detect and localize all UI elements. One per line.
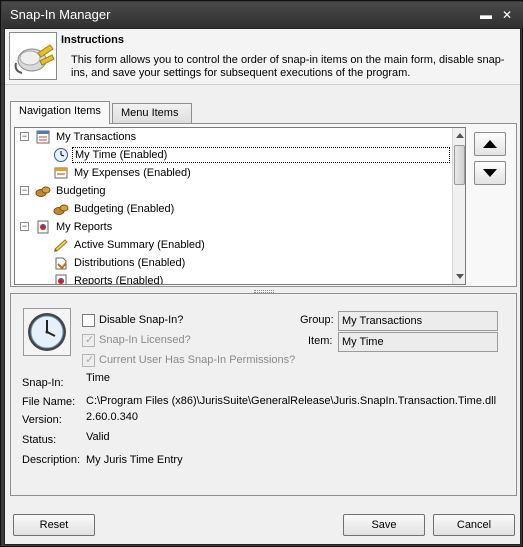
title-bar[interactable]: Snap-In Manager ▬ ✕ — [2, 2, 523, 28]
tree-node-reports[interactable]: Reports (Enabled) — [53, 272, 165, 285]
reports-icon — [35, 219, 51, 235]
close-button[interactable]: ✕ — [499, 7, 515, 23]
snapin-name-label: Snap-In: — [22, 377, 64, 389]
status-label: Status: — [22, 434, 57, 446]
instructions-panel: Instructions This form allows you to con… — [5, 29, 520, 85]
status-value: Valid — [86, 431, 110, 443]
disable-snapin-label: Disable Snap-In? — [99, 314, 184, 326]
client-area: Instructions This form allows you to con… — [4, 28, 521, 545]
tree-node-label: Active Summary (Enabled) — [74, 239, 205, 251]
tree-node-my-expenses[interactable]: My Expenses (Enabled) — [53, 164, 193, 182]
tab-navigation-items[interactable]: Navigation Items — [10, 101, 110, 124]
user-permissions-label: Current User Has Snap-In Permissions? — [99, 354, 296, 366]
arrow-up-icon — [483, 140, 497, 148]
tree-node-my-transactions[interactable]: My Transactions — [35, 128, 138, 146]
navigation-items-panel: My Transactions My Time (Enabled) My Exp… — [10, 123, 517, 287]
collapse-my-reports-toggle[interactable]: − — [20, 222, 29, 231]
scroll-up-arrow-icon[interactable] — [456, 133, 464, 138]
tree-node-my-time[interactable]: My Time (Enabled) — [53, 146, 450, 164]
instructions-heading: Instructions — [61, 34, 124, 46]
tree-node-label: My Expenses (Enabled) — [74, 167, 191, 179]
transactions-icon — [35, 129, 51, 145]
reports-icon — [53, 273, 69, 284]
snap-in-manager-window: Snap-In Manager ▬ ✕ Instructions This fo… — [0, 0, 523, 547]
tree-node-label: Budgeting — [56, 185, 106, 197]
user-permissions-checkbox: ✓ — [82, 354, 95, 367]
snapin-details-panel: Disable Snap-In? ✓ Snap-In Licensed? ✓ C… — [10, 293, 517, 496]
cancel-button[interactable]: Cancel — [433, 514, 515, 536]
tree-node-label: Reports (Enabled) — [74, 275, 164, 285]
tree-node-label: My Time (Enabled) — [72, 147, 450, 163]
tree-node-label: Budgeting (Enabled) — [74, 203, 175, 215]
minimize-button[interactable]: ▬ — [478, 7, 494, 23]
clock-icon — [23, 308, 71, 356]
reset-button[interactable]: Reset — [13, 514, 95, 536]
tree-node-budgeting-enabled[interactable]: Budgeting (Enabled) — [53, 200, 176, 218]
tree-node-my-reports[interactable]: My Reports — [35, 218, 114, 236]
snapin-licensed-label: Snap-In Licensed? — [99, 334, 191, 346]
version-label: Version: — [22, 414, 62, 426]
plug-icon — [9, 32, 57, 80]
summary-icon — [53, 237, 69, 253]
tree-node-distributions[interactable]: Distributions (Enabled) — [53, 254, 187, 272]
tab-menu-items[interactable]: Menu Items — [112, 103, 192, 124]
window-title: Snap-In Manager — [10, 7, 111, 22]
disable-snapin-checkbox[interactable] — [82, 314, 95, 327]
tree-node-label: My Transactions — [56, 131, 137, 143]
file-name-label: File Name: — [22, 396, 76, 408]
checkmark-icon: ✓ — [85, 334, 95, 346]
scroll-down-arrow-icon[interactable] — [456, 274, 464, 279]
tree-vertical-scrollbar[interactable] — [452, 128, 465, 284]
save-button[interactable]: Save — [343, 514, 425, 536]
group-label: Group: — [300, 314, 334, 326]
checkmark-icon: ✓ — [85, 354, 95, 366]
description-label: Description: — [22, 454, 81, 466]
file-name-value: C:\Program Files (x86)\JurisSuite\Genera… — [86, 395, 497, 407]
tree-node-label: My Reports — [56, 221, 113, 233]
group-field: My Transactions — [338, 311, 498, 331]
tree-node-label: Distributions (Enabled) — [74, 257, 186, 269]
move-down-button[interactable] — [474, 161, 506, 185]
item-field: My Time — [338, 332, 498, 352]
instructions-text: This form allows you to control the orde… — [71, 54, 505, 79]
snapin-name-value: Time — [86, 372, 111, 384]
distributions-icon — [53, 255, 69, 271]
clock-icon — [53, 147, 69, 163]
tree-node-active-summary[interactable]: Active Summary (Enabled) — [53, 236, 207, 254]
scroll-thumb[interactable] — [454, 145, 465, 185]
footer-bar: Reset Save Cancel — [5, 502, 520, 544]
item-label: Item: — [308, 335, 333, 347]
version-value: 2.60.0.340 — [86, 411, 138, 423]
budget-icon — [35, 183, 51, 199]
tree-node-budgeting[interactable]: Budgeting — [35, 182, 108, 200]
budget-icon — [53, 201, 69, 217]
snapin-tree[interactable]: My Transactions My Time (Enabled) My Exp… — [14, 127, 466, 285]
expenses-icon — [53, 165, 69, 181]
collapse-my-transactions-toggle[interactable]: − — [20, 132, 29, 141]
arrow-down-icon — [483, 169, 497, 177]
snapin-licensed-checkbox: ✓ — [82, 334, 95, 347]
collapse-budgeting-toggle[interactable]: − — [20, 186, 29, 195]
description-value: My Juris Time Entry — [86, 454, 183, 466]
move-up-button[interactable] — [474, 132, 506, 156]
